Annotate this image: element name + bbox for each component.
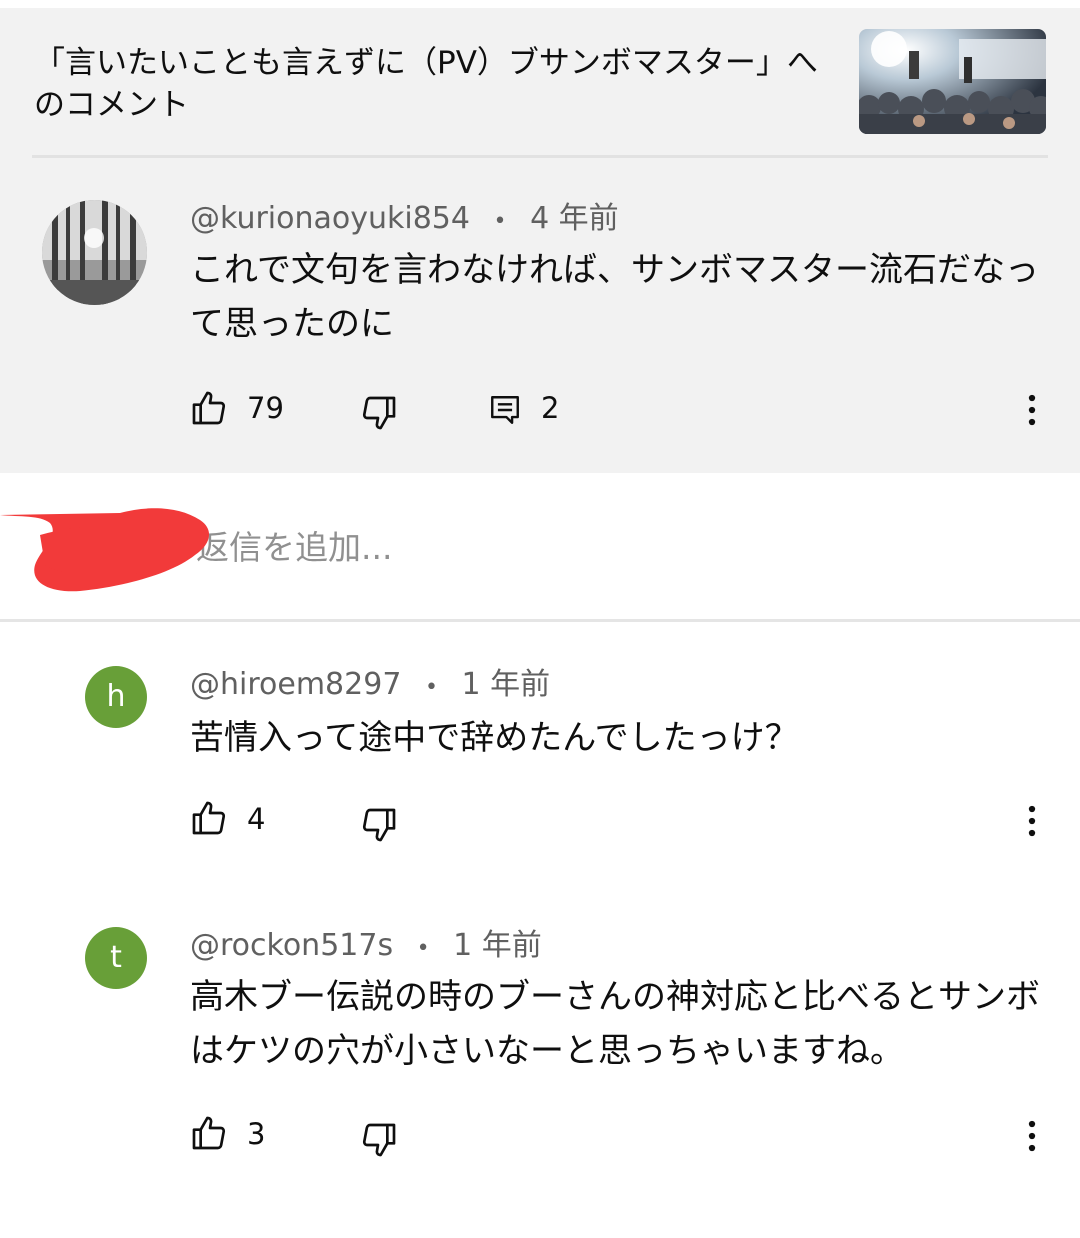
top-strip [0,0,1080,8]
thumbs-up-icon[interactable] [189,1113,229,1153]
meta-separator: • [493,209,507,234]
more-vert-icon[interactable] [1018,1118,1046,1154]
reply-author[interactable]: @hiroem8297 [190,667,401,702]
reply-age: 1 年前 [453,928,542,963]
reply-text: 苦情入って途中で辞めたんでしたっけ？ [190,718,799,758]
avatar[interactable]: h [85,666,147,728]
comment-age: 4 年前 [530,201,619,236]
reply-meta: @hiroem8297 • 1 年前 [190,667,550,706]
more-vert-icon[interactable] [1018,803,1046,839]
meta-separator: • [416,936,430,961]
more-vert-icon[interactable] [1018,392,1046,428]
like-count: 3 [247,1117,266,1151]
thumbs-down-icon[interactable] [359,393,399,433]
thumbs-down-icon[interactable] [359,1120,399,1160]
reply-author[interactable]: @rockon517s [190,928,393,963]
reply-count: 2 [541,391,560,425]
thumbs-down-icon[interactable] [359,805,399,845]
avatar[interactable] [42,200,147,305]
video-thumbnail[interactable] [859,29,1046,134]
reply-text: 高木ブー伝説の時のブーさんの神対応と比べるとサンボはケツの穴が小さいなーと思っち… [190,977,1040,1071]
thumbs-up-icon[interactable] [189,388,229,428]
reply-meta: @rockon517s • 1 年前 [190,928,542,967]
reply-age: 1 年前 [461,667,551,702]
concert-thumbnail-image [859,29,1046,134]
reply-divider [0,619,1080,622]
forest-avatar-image [42,200,147,305]
meta-separator: • [424,675,438,700]
redaction-scribble [0,508,210,592]
header-divider [32,155,1048,158]
comment-author[interactable]: @kurionaoyuki854 [190,201,470,236]
comment-meta: @kurionaoyuki854 • 4 年前 [190,201,619,240]
comment-text: これで文句を言わなければ、サンボマスター流石だなって思ったのに [190,250,1039,344]
thumbs-up-icon[interactable] [189,798,229,838]
avatar[interactable]: t [85,927,147,989]
like-count: 4 [247,802,266,836]
like-count: 79 [247,391,284,425]
reply-icon[interactable] [488,392,522,428]
video-title: 「言いたいことも言えずに（PV）ブサンボマスター」へのコメント [34,45,818,123]
